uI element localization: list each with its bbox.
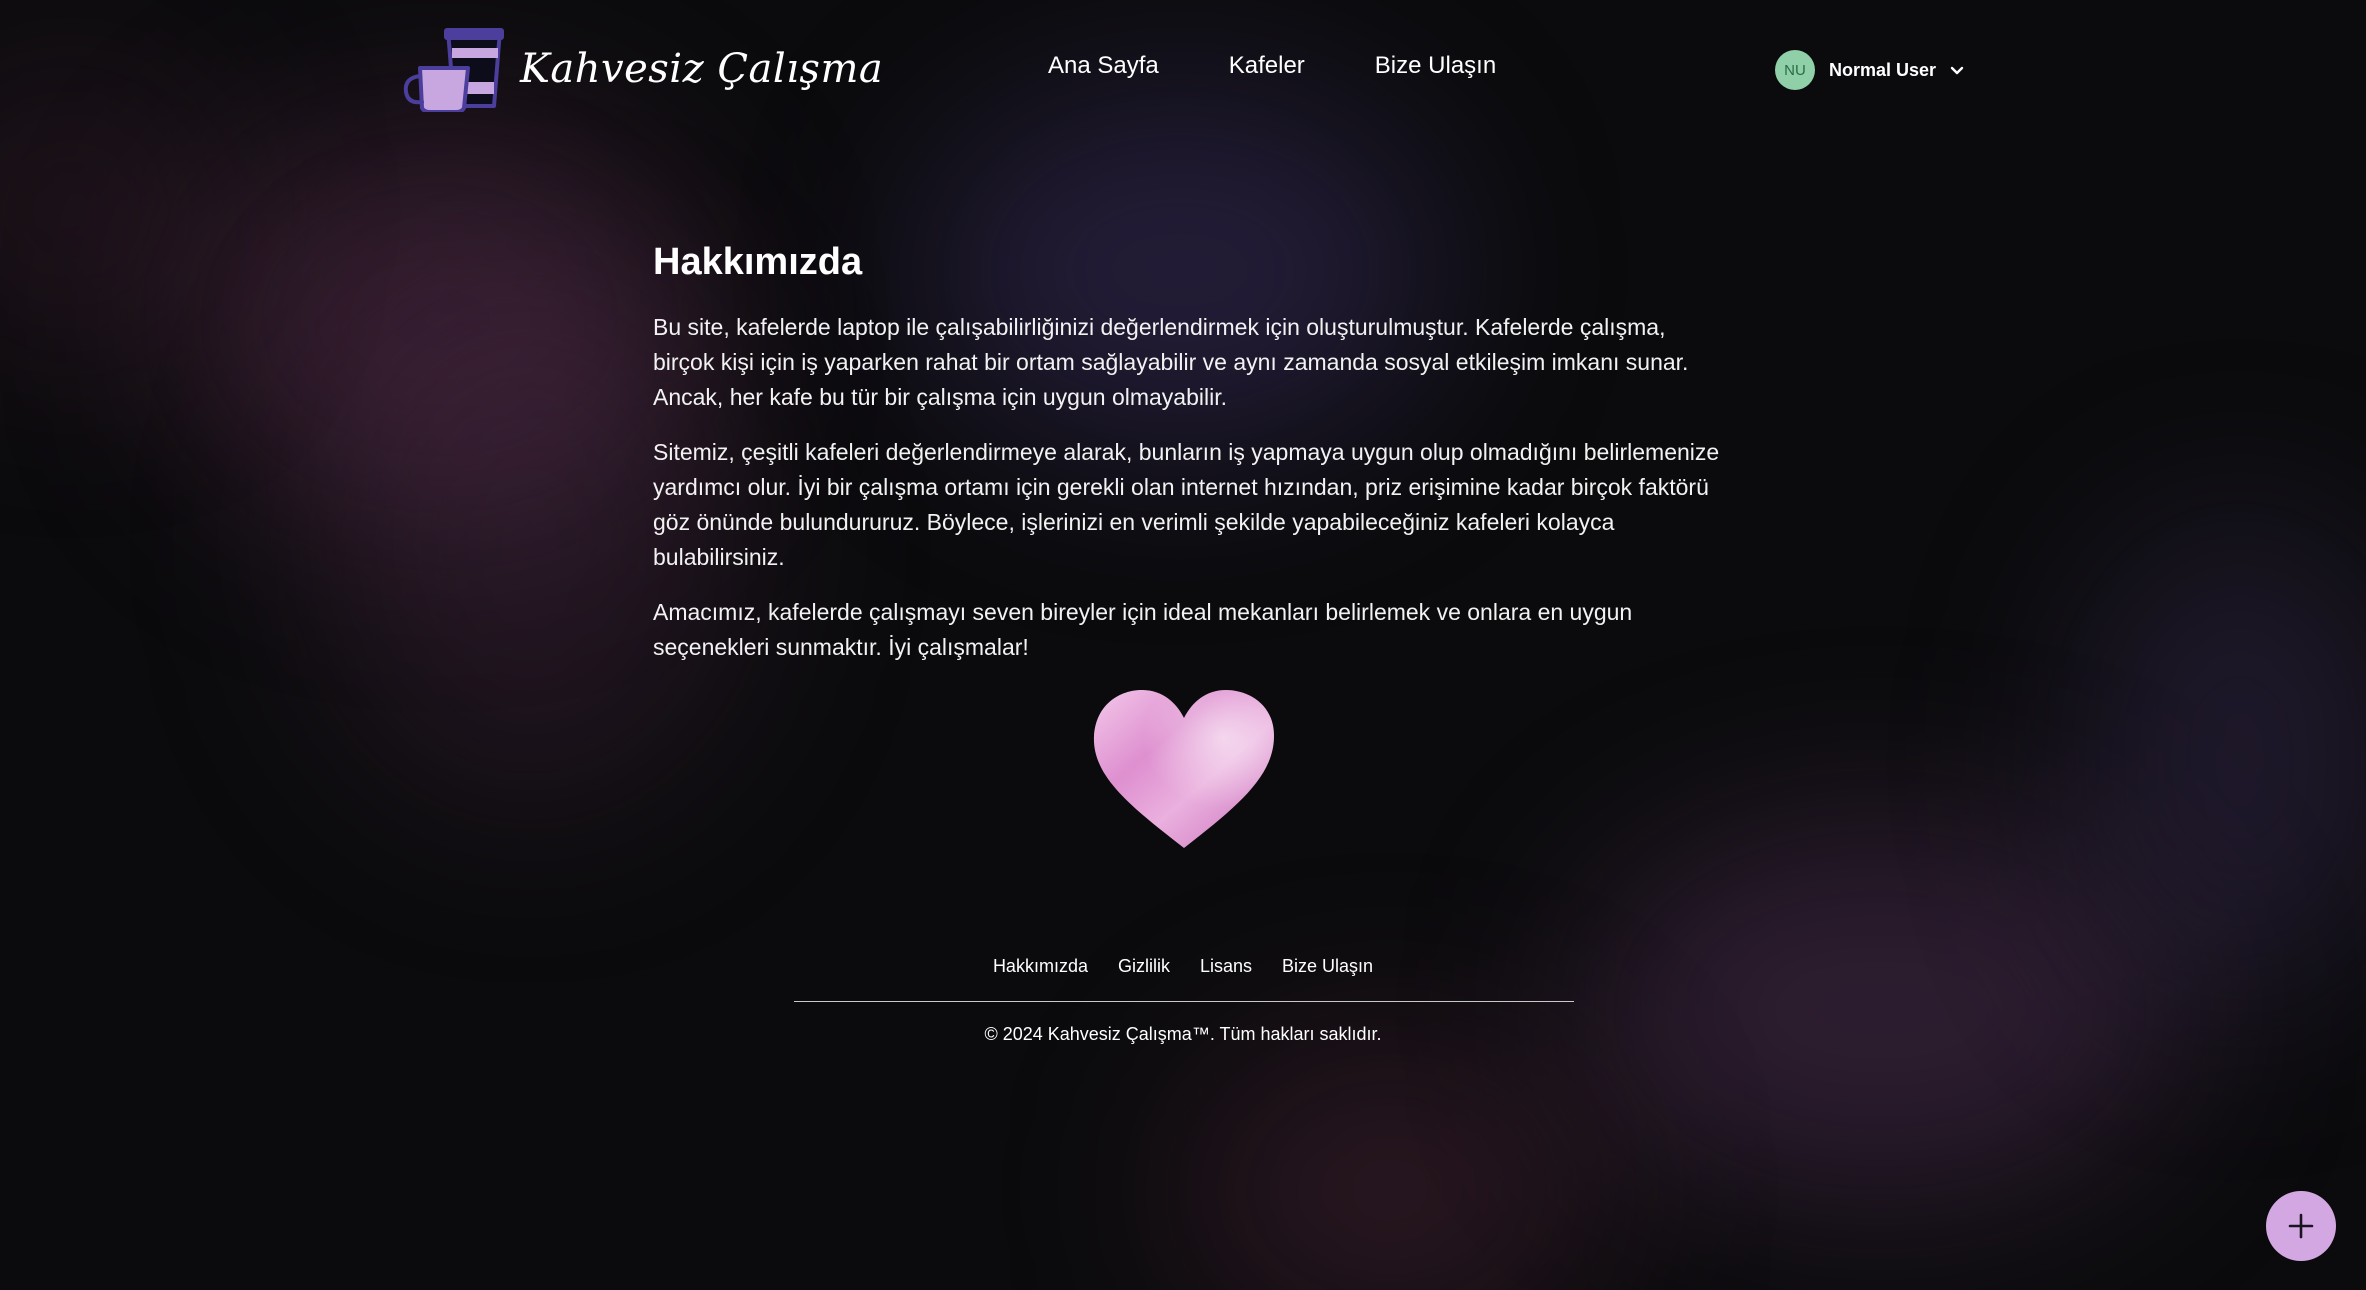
footer-link-license[interactable]: Lisans xyxy=(1200,956,1252,977)
copyright-text: © 2024 Kahvesiz Çalışma™. Tüm hakları sa… xyxy=(984,1024,1382,1044)
background-glow xyxy=(180,120,700,520)
nav-link-cafes[interactable]: Kafeler xyxy=(1229,52,1305,80)
main-nav: Ana Sayfa Kafeler Bize Ulaşın xyxy=(1048,52,1496,80)
user-name: Normal User xyxy=(1829,59,1937,80)
page: Kahvesiz Çalışma Ana Sayfa Kafeler Bize … xyxy=(0,0,2366,1290)
about-paragraph-3: Amacımız, kafelerde çalışmayı seven bire… xyxy=(653,599,1633,660)
site-header: Kahvesiz Çalışma Ana Sayfa Kafeler Bize … xyxy=(0,0,2366,140)
nav-link-home[interactable]: Ana Sayfa xyxy=(1048,52,1159,80)
footer-nav: Hakkımızda Gizlilik Lisans Bize Ulaşın xyxy=(0,956,2366,977)
footer-link-about[interactable]: Hakkımızda xyxy=(993,956,1088,977)
about-section: Hakkımızda Bu site, kafelerde laptop ile… xyxy=(653,236,1723,685)
brand-home-link[interactable]: Kahvesiz Çalışma xyxy=(402,26,883,112)
heart-icon xyxy=(1090,688,1278,854)
coffee-cups-logo-icon xyxy=(403,28,504,112)
footer-link-contact[interactable]: Bize Ulaşın xyxy=(1282,956,1373,977)
background-glow xyxy=(2080,520,2366,1000)
footer-link-privacy[interactable]: Gizlilik xyxy=(1118,956,1170,977)
about-paragraph-2: Sitemiz, çeşitli kafeleri değerlendirmey… xyxy=(653,439,1720,570)
nav-link-contact[interactable]: Bize Ulaşın xyxy=(1375,52,1496,80)
footer-divider xyxy=(794,1001,1574,1002)
user-menu-dropdown[interactable]: NU Normal User xyxy=(1775,50,1966,90)
brand-name: Kahvesiz Çalışma xyxy=(520,46,884,92)
avatar: NU xyxy=(1775,50,1815,90)
background-glow xyxy=(1580,820,2180,1200)
add-button[interactable] xyxy=(2266,1191,2336,1261)
background-glow xyxy=(1180,1040,1600,1290)
page-title: Hakkımızda xyxy=(653,241,863,283)
plus-icon xyxy=(2288,1213,2314,1239)
about-paragraph-1: Bu site, kafelerde laptop ile çalışabili… xyxy=(653,314,1689,410)
chevron-down-icon xyxy=(1950,66,1964,75)
